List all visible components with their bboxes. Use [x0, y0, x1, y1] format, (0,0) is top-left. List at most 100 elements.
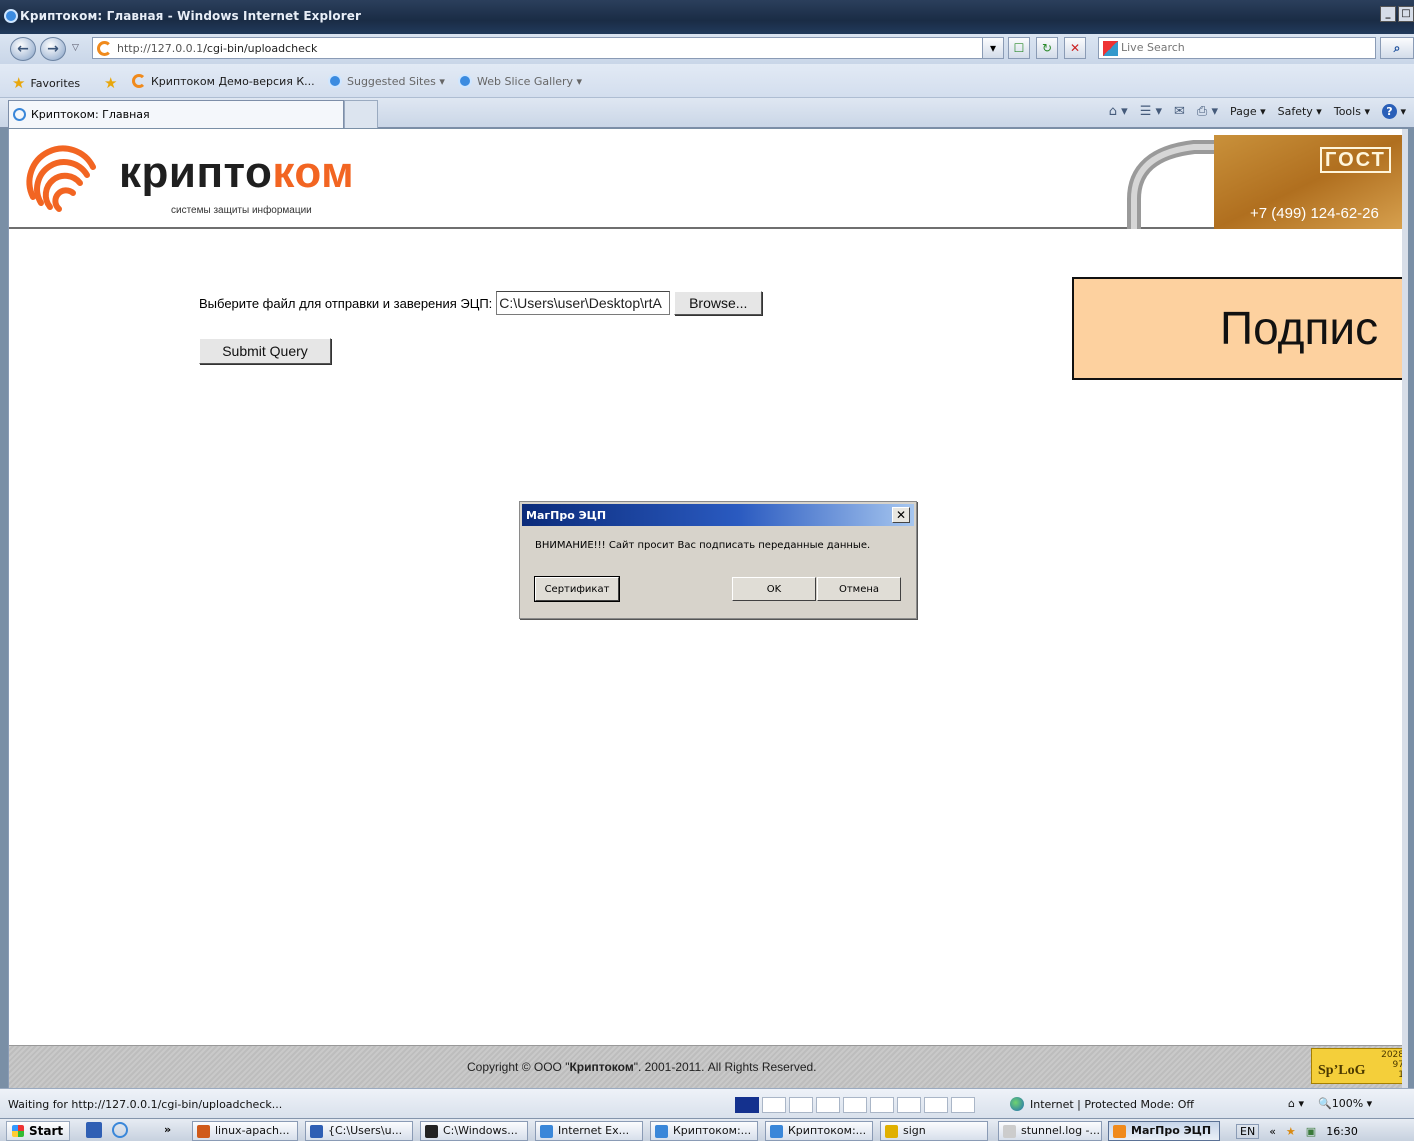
feeds-icon[interactable]: ☰ ▾ — [1140, 104, 1162, 119]
address-toolbar: ← → ▽ http://127.0.0.1/cgi-bin/uploadche… — [0, 34, 1414, 64]
tray-expand-chevron[interactable]: « — [1269, 1125, 1276, 1138]
language-indicator[interactable]: EN — [1236, 1123, 1260, 1139]
cancel-button[interactable]: Отмена — [817, 577, 901, 601]
status-text: Waiting for http://127.0.0.1/cgi-bin/upl… — [8, 1098, 283, 1111]
contact-phone: +7 (499) 124-62-26 — [1250, 205, 1379, 222]
progress-segment — [789, 1097, 813, 1113]
sign-banner[interactable]: Подпис — [1072, 277, 1408, 380]
cryptocom-favicon-icon — [132, 74, 146, 88]
page-scrollbar[interactable] — [1402, 129, 1408, 1088]
page-viewport: криптоком системы защиты информации ГОСТ… — [8, 129, 1408, 1088]
tools-menu[interactable]: Tools ▾ — [1334, 105, 1370, 118]
progress-segment — [897, 1097, 921, 1113]
network-icon[interactable]: ▣ — [1306, 1125, 1316, 1138]
mail-icon[interactable]: ✉ — [1174, 104, 1185, 119]
taskbar-task[interactable]: Internet Ex... — [535, 1121, 643, 1141]
site-favicon-icon — [97, 41, 112, 56]
taskbar-task[interactable]: {C:\Users\u... — [305, 1121, 413, 1141]
favorite-suggested-sites[interactable]: Suggested Sites ▾ — [328, 74, 445, 88]
file-path-input[interactable] — [496, 291, 671, 315]
dialog-message: ВНИМАНИЕ!!! Сайт просит Вас подписать пе… — [535, 540, 871, 551]
show-desktop-icon[interactable] — [86, 1122, 102, 1138]
start-button[interactable]: Start — [6, 1121, 71, 1141]
tab-cryptocom-main[interactable]: Криптоком: Главная — [8, 100, 344, 128]
taskbar-task[interactable]: Криптоком:... — [650, 1121, 758, 1141]
search-icon[interactable]: ⌕ — [1380, 37, 1414, 59]
progress-segment — [924, 1097, 948, 1113]
quick-launch-more-chevron[interactable]: » — [164, 1123, 171, 1136]
address-url[interactable]: http://127.0.0.1/cgi-bin/uploadcheck — [117, 42, 317, 55]
new-tab-button[interactable] — [344, 100, 378, 128]
favorite-link-cryptocom[interactable]: Криптоком Демо-версия К... — [132, 74, 315, 88]
status-controls: ⌂ ▾ 🔍100% ▾ — [1288, 1097, 1372, 1110]
gost-badge: ГОСТ — [1320, 147, 1391, 173]
progress-segment — [951, 1097, 975, 1113]
help-icon[interactable]: ? ▾ — [1381, 104, 1406, 119]
home-icon[interactable]: ⌂ ▾ — [1109, 104, 1128, 119]
maximize-button[interactable]: □ — [1398, 6, 1414, 22]
internet-explorer-icon — [4, 9, 18, 23]
taskbar-task[interactable]: sign — [880, 1121, 988, 1141]
taskbar: Start » linux-apach... {C:\Users\u... C:\W… — [0, 1118, 1414, 1141]
taskbar-task[interactable]: МагПро ЭЦП — [1108, 1121, 1220, 1141]
system-tray: EN « ★ ▣ 16:30 — [1236, 1121, 1358, 1141]
site-footer: Copyright © ООО "Криптоком". 2001-2011. … — [9, 1045, 1408, 1088]
print-icon[interactable]: ⎙ ▾ — [1197, 104, 1218, 119]
stop-icon[interactable]: ✕ — [1064, 37, 1086, 59]
certificate-button[interactable]: Сертификат — [534, 576, 620, 602]
close-icon[interactable]: ✕ — [892, 507, 910, 523]
forward-button[interactable]: → — [40, 37, 66, 61]
zoom-level[interactable]: 🔍100% ▾ — [1318, 1097, 1372, 1110]
loading-progress-bar — [735, 1097, 981, 1113]
window-controls: _ □ — [1380, 6, 1414, 22]
spylog-logo: Sp’LoG — [1318, 1063, 1366, 1078]
live-search-logo-icon — [1103, 41, 1118, 56]
taskbar-task[interactable]: C:\Windows... — [420, 1121, 528, 1141]
safety-menu[interactable]: Safety ▾ — [1278, 105, 1322, 118]
counter-value: 2028 — [1381, 1050, 1404, 1060]
dialog-title-bar: МагПро ЭЦП ✕ — [522, 504, 914, 526]
web-slice-icon — [458, 74, 472, 88]
page-menu[interactable]: Page ▾ — [1230, 105, 1266, 118]
address-dropdown-icon[interactable]: ▾ — [982, 37, 1004, 59]
upload-form: Выберите файл для отправки и заверения Э… — [199, 291, 763, 315]
progress-segment — [870, 1097, 894, 1113]
add-favorite-icon[interactable]: ★ — [104, 74, 117, 92]
minimize-button[interactable]: _ — [1380, 6, 1396, 22]
spylog-counter[interactable]: Sp’LoG 2028 97 1 — [1311, 1048, 1407, 1084]
favorites-star-icon: ★ — [12, 74, 26, 92]
search-box[interactable] — [1098, 37, 1376, 59]
back-button[interactable]: ← — [10, 37, 36, 61]
favorites-button[interactable]: ★ Favorites — [12, 74, 80, 92]
progress-segment — [762, 1097, 786, 1113]
history-dropdown-icon[interactable]: ▽ — [72, 43, 79, 53]
search-input[interactable] — [1121, 41, 1371, 54]
refresh-icon[interactable]: ↻ — [1036, 37, 1058, 59]
clock: 16:30 — [1326, 1124, 1358, 1138]
protected-mode-icon[interactable]: ⌂ ▾ — [1288, 1097, 1304, 1110]
address-bar[interactable]: http://127.0.0.1/cgi-bin/uploadcheck — [92, 37, 1002, 59]
copyright-text: Copyright © ООО "Криптоком". 2001-2011. … — [467, 1060, 817, 1074]
window-title: Криптоком: Главная - Windows Internet Ex… — [20, 9, 362, 23]
loading-icon — [13, 108, 26, 121]
submit-query-button[interactable]: Submit Query — [199, 338, 331, 364]
ie-icon — [328, 74, 342, 88]
security-zone[interactable]: Internet | Protected Mode: Off — [1010, 1097, 1194, 1111]
favorite-web-slice-gallery[interactable]: Web Slice Gallery ▾ — [458, 74, 582, 88]
favorites-bar: ★ Favorites ★ Криптоком Демо-версия К...… — [0, 64, 1414, 98]
tray-app-icon[interactable]: ★ — [1286, 1125, 1296, 1138]
taskbar-task[interactable]: linux-apach... — [192, 1121, 298, 1141]
command-bar: ⌂ ▾ ☰ ▾ ✉ ⎙ ▾ Page ▾ Safety ▾ Tools ▾ ? … — [1109, 104, 1406, 119]
site-logo-text[interactable]: криптоком — [119, 151, 354, 195]
compatibility-view-icon[interactable]: ☐ — [1008, 37, 1030, 59]
progress-segment — [843, 1097, 867, 1113]
taskbar-task[interactable]: Криптоком:... — [765, 1121, 873, 1141]
ok-button[interactable]: OK — [732, 577, 816, 601]
internet-zone-icon — [1010, 1097, 1024, 1111]
cryptocom-logo-icon[interactable] — [23, 137, 103, 217]
dialog-title: МагПро ЭЦП — [526, 509, 607, 522]
quick-launch-ie-icon[interactable] — [112, 1122, 128, 1138]
status-bar: Waiting for http://127.0.0.1/cgi-bin/upl… — [0, 1088, 1414, 1118]
taskbar-task[interactable]: stunnel.log -... — [998, 1121, 1102, 1141]
browse-button[interactable]: Browse... — [674, 291, 763, 315]
